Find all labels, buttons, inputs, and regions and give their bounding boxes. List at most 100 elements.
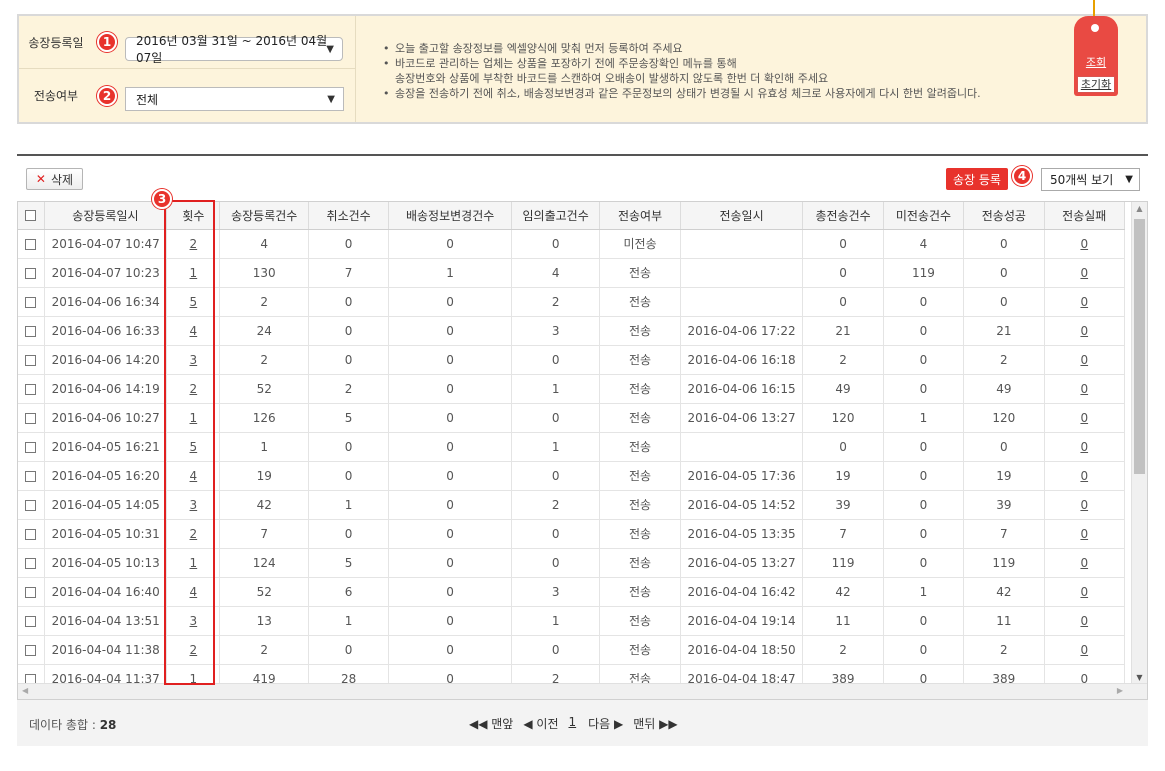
table-cell[interactable]: 0 [1044, 635, 1126, 665]
count-link[interactable]: 2 [190, 382, 198, 396]
row-checkbox-cell[interactable] [18, 461, 45, 491]
fail-count-link[interactable]: 0 [1080, 498, 1088, 512]
fail-count-link[interactable]: 0 [1080, 643, 1088, 657]
fail-count-link[interactable]: 0 [1080, 556, 1088, 570]
row-checkbox[interactable] [25, 383, 37, 395]
row-checkbox[interactable] [25, 470, 37, 482]
fail-count-link[interactable]: 0 [1080, 411, 1088, 425]
table-cell[interactable]: 4 [166, 316, 221, 346]
table-cell[interactable]: 1 [166, 548, 221, 578]
fail-count-link[interactable]: 0 [1080, 266, 1088, 280]
next-page-link[interactable]: 다음 ▶ [588, 715, 623, 732]
table-cell[interactable]: 1 [166, 258, 221, 288]
row-checkbox[interactable] [25, 354, 37, 366]
row-checkbox[interactable] [25, 412, 37, 424]
table-cell[interactable]: 0 [1044, 519, 1126, 549]
last-page-link[interactable]: 맨뒤 ▶▶ [633, 715, 677, 732]
table-cell[interactable]: 0 [1044, 374, 1126, 404]
select-all-checkbox-cell[interactable] [18, 202, 45, 230]
table-cell[interactable]: 0 [1044, 461, 1126, 491]
table-cell[interactable]: 0 [1044, 258, 1126, 288]
delete-button[interactable]: ✕ 삭제 [26, 168, 83, 190]
vertical-scrollbar[interactable]: ▲ ▼ [1131, 202, 1147, 684]
fail-count-link[interactable]: 0 [1080, 469, 1088, 483]
row-checkbox[interactable] [25, 586, 37, 598]
count-link[interactable]: 3 [190, 498, 198, 512]
scroll-right-icon[interactable]: ▶ [1117, 686, 1123, 695]
table-cell[interactable]: 0 [1044, 606, 1126, 636]
table-cell[interactable]: 5 [166, 287, 221, 317]
count-link[interactable]: 4 [190, 585, 198, 599]
row-checkbox[interactable] [25, 557, 37, 569]
count-link[interactable]: 2 [190, 643, 198, 657]
row-checkbox-cell[interactable] [18, 229, 45, 259]
fail-count-link[interactable]: 0 [1080, 324, 1088, 338]
table-cell[interactable]: 2 [166, 229, 221, 259]
fail-count-link[interactable]: 0 [1080, 237, 1088, 251]
row-checkbox-cell[interactable] [18, 490, 45, 520]
table-cell[interactable]: 0 [1044, 577, 1126, 607]
table-cell[interactable]: 0 [1044, 490, 1126, 520]
row-checkbox-cell[interactable] [18, 258, 45, 288]
table-cell[interactable]: 4 [166, 577, 221, 607]
table-cell[interactable]: 2 [166, 635, 221, 665]
table-cell[interactable]: 0 [1044, 316, 1126, 346]
count-link[interactable]: 5 [190, 440, 198, 454]
first-page-link[interactable]: ◀◀ 맨앞 [469, 715, 513, 732]
table-cell[interactable]: 2 [166, 374, 221, 404]
fail-count-link[interactable]: 0 [1080, 527, 1088, 541]
table-cell[interactable]: 3 [166, 345, 221, 375]
row-checkbox-cell[interactable] [18, 606, 45, 636]
row-checkbox-cell[interactable] [18, 432, 45, 462]
fail-count-link[interactable]: 0 [1080, 295, 1088, 309]
table-cell[interactable]: 0 [1044, 345, 1126, 375]
current-page-link[interactable]: 1 [568, 715, 576, 732]
table-cell[interactable]: 3 [166, 606, 221, 636]
table-cell[interactable]: 1 [166, 403, 221, 433]
scrollbar-thumb[interactable] [1134, 219, 1145, 474]
register-invoice-button[interactable]: 송장 등록 [946, 168, 1008, 190]
send-status-select[interactable]: 전체 ▼ [125, 87, 344, 111]
count-link[interactable]: 2 [190, 237, 198, 251]
table-cell[interactable]: 0 [1044, 229, 1126, 259]
count-link[interactable]: 1 [190, 556, 198, 570]
count-link[interactable]: 1 [190, 266, 198, 280]
select-all-checkbox[interactable] [25, 210, 37, 222]
row-checkbox[interactable] [25, 238, 37, 250]
row-checkbox-cell[interactable] [18, 635, 45, 665]
count-link[interactable]: 3 [190, 614, 198, 628]
row-checkbox-cell[interactable] [18, 287, 45, 317]
table-cell[interactable]: 5 [166, 432, 221, 462]
page-size-select[interactable]: 50개씩 보기 ▼ [1041, 168, 1140, 191]
date-range-select[interactable]: 2016년 03월 31일 ~ 2016년 04월 07일 ▼ [125, 34, 343, 65]
row-checkbox-cell[interactable] [18, 519, 45, 549]
count-link[interactable]: 4 [190, 469, 198, 483]
fail-count-link[interactable]: 0 [1080, 614, 1088, 628]
scroll-down-icon[interactable]: ▼ [1132, 673, 1147, 682]
row-checkbox[interactable] [25, 528, 37, 540]
scroll-up-icon[interactable]: ▲ [1132, 204, 1147, 213]
table-cell[interactable]: 3 [166, 490, 221, 520]
table-cell[interactable]: 4 [166, 461, 221, 491]
row-checkbox-cell[interactable] [18, 316, 45, 346]
fail-count-link[interactable]: 0 [1080, 382, 1088, 396]
count-link[interactable]: 2 [190, 527, 198, 541]
row-checkbox-cell[interactable] [18, 403, 45, 433]
fail-count-link[interactable]: 0 [1080, 440, 1088, 454]
fail-count-link[interactable]: 0 [1080, 353, 1088, 367]
row-checkbox[interactable] [25, 296, 37, 308]
row-checkbox[interactable] [25, 325, 37, 337]
row-checkbox-cell[interactable] [18, 345, 45, 375]
count-link[interactable]: 1 [190, 411, 198, 425]
row-checkbox-cell[interactable] [18, 577, 45, 607]
search-button[interactable]: 조회 [1074, 54, 1118, 70]
count-link[interactable]: 4 [190, 324, 198, 338]
table-cell[interactable]: 0 [1044, 403, 1126, 433]
row-checkbox-cell[interactable] [18, 374, 45, 404]
row-checkbox[interactable] [25, 499, 37, 511]
horizontal-scrollbar[interactable]: ◀ ▶ [18, 683, 1147, 699]
count-link[interactable]: 3 [190, 353, 198, 367]
row-checkbox-cell[interactable] [18, 548, 45, 578]
count-link[interactable]: 5 [190, 295, 198, 309]
reset-button[interactable]: 초기화 [1077, 76, 1115, 93]
